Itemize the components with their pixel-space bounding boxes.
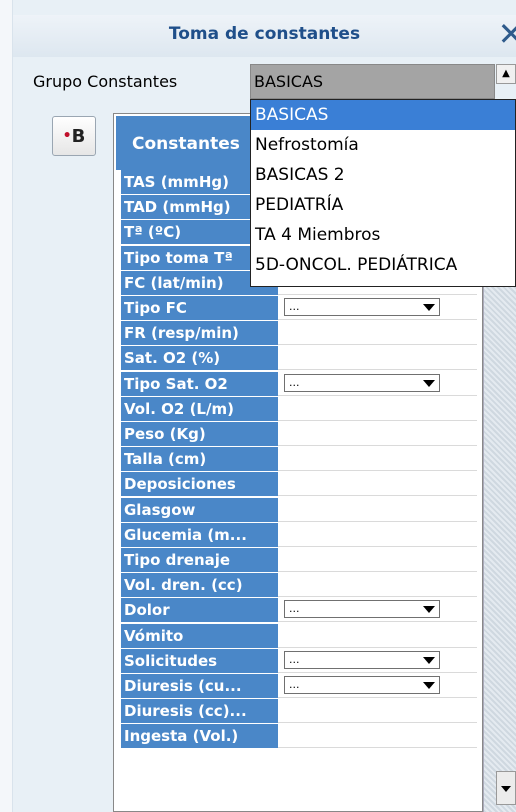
window-left-edge [0, 0, 13, 812]
row-value-cell[interactable] [278, 447, 477, 472]
table-row: Tipo Sat. O2... [121, 371, 477, 397]
group-label: Grupo Constantes [33, 72, 178, 91]
close-icon[interactable]: ✕ [493, 16, 516, 52]
row-label: Glucemia (m... [121, 522, 278, 547]
table-row: Diuresis (cc)... [121, 699, 477, 724]
table-row: Diuresis (cu...... [121, 674, 477, 699]
row-value-cell[interactable] [278, 497, 477, 522]
row-label: Deposiciones [121, 472, 278, 497]
group-combo[interactable]: BASICAS [250, 64, 495, 99]
table-row: FR (resp/min) [121, 321, 477, 346]
row-label: Vol. dren. (cc) [121, 573, 278, 598]
row-value-cell[interactable] [278, 623, 477, 648]
row-select-value: ... [289, 375, 300, 389]
row-select[interactable]: ... [284, 650, 440, 669]
row-value-cell[interactable] [278, 346, 477, 371]
row-label: Tipo Sat. O2 [121, 371, 278, 396]
chevron-down-icon [423, 606, 435, 614]
b-button[interactable]: •B [52, 116, 96, 156]
row-label: Solicitudes [121, 648, 278, 673]
dropdown-option[interactable]: BASICAS [251, 100, 515, 130]
row-select[interactable]: ... [284, 373, 440, 392]
table-row: Dolor... [121, 598, 477, 623]
dropdown-option[interactable]: PEDIATRÍA [251, 190, 515, 220]
chevron-down-icon [423, 304, 435, 311]
table-row: Tipo drenaje [121, 548, 477, 573]
row-value-cell[interactable] [278, 573, 477, 598]
table-row: Deposiciones [121, 472, 477, 497]
row-label: Vol. O2 (L/m) [121, 396, 278, 421]
table-row: Solicitudes... [121, 648, 477, 674]
row-label: Dolor [121, 598, 278, 623]
group-combo-value: BASICAS [254, 72, 324, 91]
row-label: Peso (Kg) [121, 422, 278, 446]
row-value-cell[interactable] [278, 522, 477, 547]
row-label: Tipo FC [121, 296, 278, 320]
dropdown-option[interactable]: 5D-ONCOL. PEDIÁTRICA [251, 250, 515, 280]
row-select[interactable]: ... [284, 676, 440, 694]
table-row: Glucemia (m... [121, 522, 477, 548]
row-value-cell[interactable] [278, 699, 477, 724]
chevron-down-icon [423, 656, 435, 664]
row-value-cell[interactable] [278, 472, 477, 497]
row-select-value: ... [289, 300, 300, 313]
window: Toma de constantes ✕ Grupo Constantes BA… [0, 0, 516, 812]
arrow-down-icon[interactable] [496, 771, 516, 805]
table-row: Vol. dren. (cc) [121, 573, 477, 598]
row-label: Tipo drenaje [121, 548, 278, 572]
table-row: Vómito [121, 623, 477, 649]
row-value-cell[interactable] [278, 724, 477, 749]
table-row: Glasgow [121, 497, 477, 523]
row-select[interactable]: ... [284, 600, 440, 619]
b-button-label: B [71, 126, 86, 147]
dropdown-option[interactable]: TA 4 Miembros [251, 220, 515, 250]
row-value-cell[interactable] [278, 548, 477, 572]
row-select[interactable]: ... [284, 298, 440, 316]
dropdown-option[interactable]: Nefrostomía [251, 130, 515, 160]
row-label: Sat. O2 (%) [121, 346, 278, 371]
row-label: Vómito [121, 623, 278, 648]
row-value-cell[interactable] [278, 396, 477, 421]
row-value-cell[interactable] [278, 321, 477, 346]
group-dropdown-list: BASICAS Nefrostomía BASICAS 2 PEDIATRÍA TA 4… [250, 99, 516, 287]
window-title: Toma de constantes [168, 24, 361, 44]
dot-icon: • [62, 128, 72, 144]
table-row: Tipo FC... [121, 296, 477, 321]
row-select-value: ... [289, 652, 300, 666]
table-row: Peso (Kg) [121, 422, 477, 447]
arrow-up-icon[interactable]: ▲ [496, 64, 516, 84]
row-label: Ingesta (Vol.) [121, 724, 278, 749]
row-label: FR (resp/min) [121, 321, 278, 346]
title-bar: Toma de constantes ✕ [13, 15, 516, 57]
table-row: Vol. O2 (L/m) [121, 396, 477, 422]
dropdown-option[interactable]: BASICAS 2 [251, 160, 515, 190]
row-label: Diuresis (cu... [121, 674, 278, 698]
row-label: Talla (cm) [121, 447, 278, 472]
row-label: Diuresis (cc)... [121, 699, 278, 724]
row-select-value: ... [289, 602, 300, 616]
row-value-cell[interactable] [278, 422, 477, 446]
chevron-down-icon [423, 379, 435, 387]
table-row: Sat. O2 (%) [121, 346, 477, 371]
chevron-down-icon [423, 682, 435, 689]
table-row: Ingesta (Vol.) [121, 724, 477, 749]
table-row: Talla (cm) [121, 447, 477, 472]
row-select-value: ... [289, 678, 300, 691]
row-label: Glasgow [121, 497, 278, 522]
